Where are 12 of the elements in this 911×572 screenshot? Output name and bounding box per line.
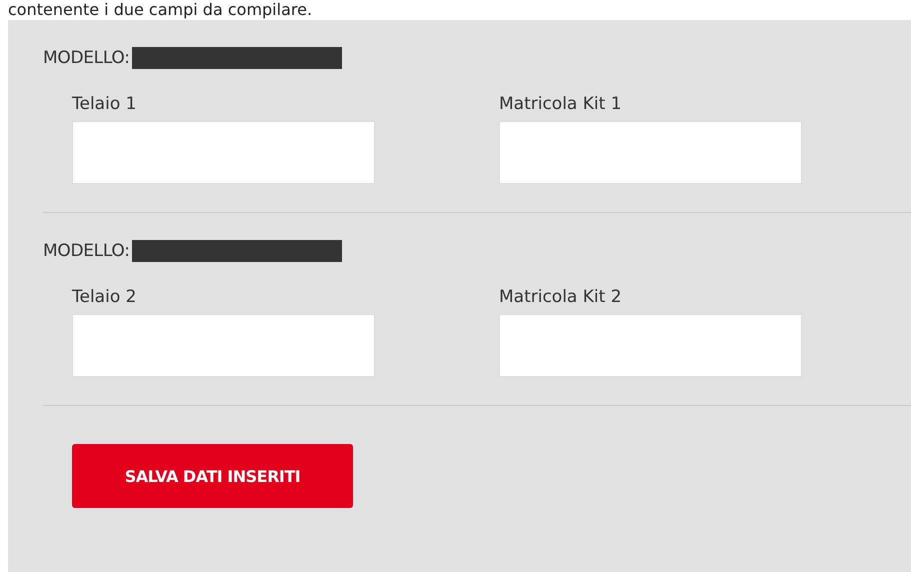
field-label: Telaio 2 <box>72 287 138 309</box>
input-field[interactable] <box>72 314 375 377</box>
model-label: MODELLO: <box>43 48 130 68</box>
field-label: Matricola Kit 2 <box>499 287 623 309</box>
save-button[interactable]: SALVA DATI INSERITI <box>72 444 353 508</box>
input-field[interactable] <box>499 121 802 184</box>
intro-text: contenente i due campi da compilare. <box>7 0 314 20</box>
field-label: Telaio 1 <box>72 94 138 116</box>
model-label: MODELLO: <box>43 241 130 261</box>
input-field[interactable] <box>72 121 375 184</box>
field-label: Matricola Kit 1 <box>499 94 623 116</box>
input-field[interactable] <box>499 314 802 377</box>
